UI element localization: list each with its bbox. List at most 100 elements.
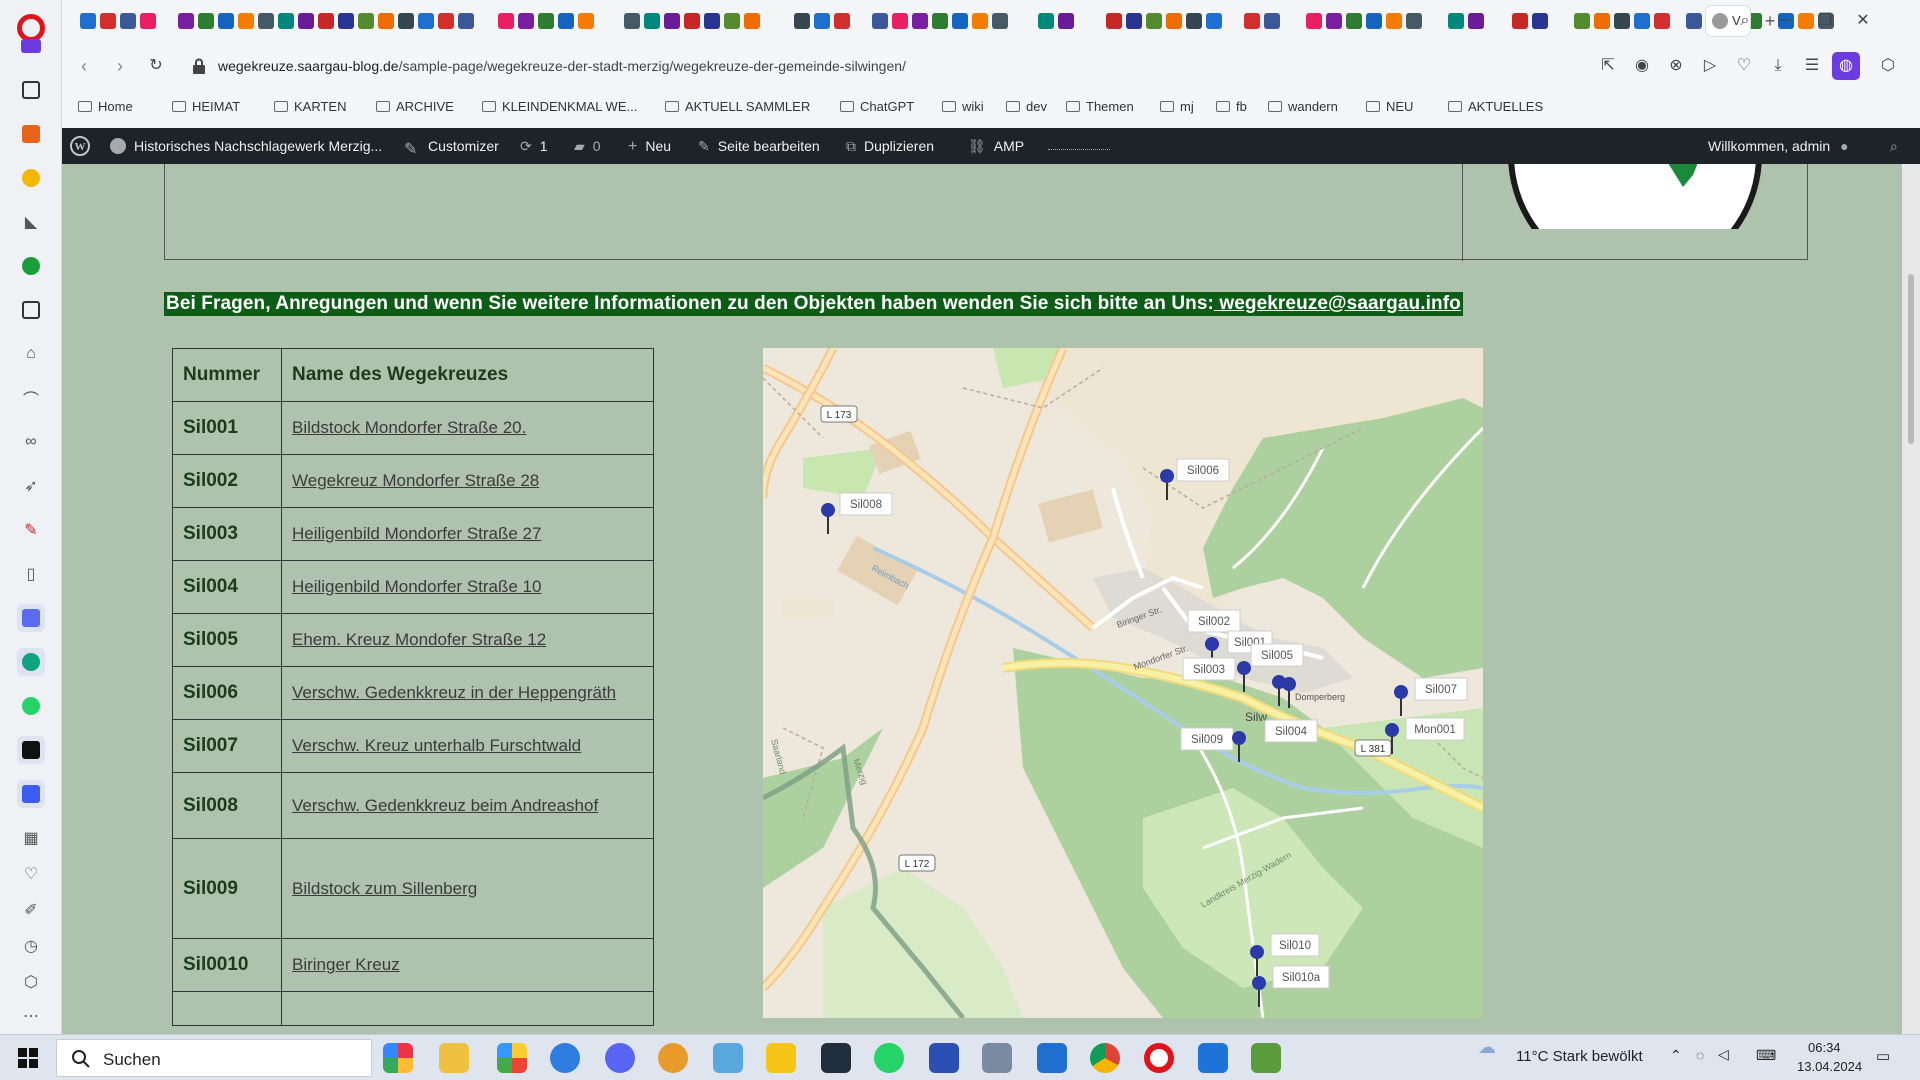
flow-icon[interactable]: ▷ [1700, 56, 1720, 76]
admin-customizer[interactable]: ✎ Customizer [404, 138, 499, 158]
eye-app-icon[interactable] [658, 1043, 688, 1073]
clipboard-icon[interactable] [17, 296, 45, 324]
forward-icon[interactable]: › [108, 54, 132, 78]
admin-new[interactable]: + Neu [628, 138, 671, 156]
bookmark-dev[interactable]: dev [1006, 99, 1047, 114]
row-link[interactable]: Wegekreuz Mondorfer Straße 28 [292, 471, 539, 490]
map-marker-sil004[interactable]: Sil004 [1264, 719, 1318, 743]
pen-icon[interactable]: ✎ [17, 516, 45, 544]
shoe-icon[interactable]: ⌒ [17, 384, 45, 412]
bookmark-heimat[interactable]: HEIMAT [172, 99, 240, 114]
maximize-icon[interactable]: ❐ [1812, 8, 1838, 34]
bookmark-karten[interactable]: KARTEN [274, 99, 347, 114]
admin-amp[interactable]: ⛓ AMP [968, 138, 1024, 155]
tab-group[interactable] [1570, 6, 1678, 36]
discord-icon[interactable] [605, 1043, 635, 1073]
tab-group[interactable] [1034, 6, 1094, 36]
download-icon[interactable]: ⤓ [1768, 56, 1788, 76]
notifications-icon[interactable]: ▭ [1876, 1047, 1890, 1065]
address-bar[interactable]: wegekreuze.saargau-blog.de/sample-page/w… [182, 50, 1422, 82]
calendar-app-icon[interactable] [1037, 1043, 1067, 1073]
binoculars-icon[interactable]: ∞ [17, 428, 45, 456]
reload-icon[interactable]: ↻ [144, 54, 168, 78]
taskbar-search[interactable]: Suchen [56, 1039, 372, 1077]
query-monitor-bar[interactable] [1048, 140, 1110, 150]
profile-icon[interactable]: ◍ [1832, 52, 1860, 80]
orange-app-icon[interactable] [17, 120, 45, 148]
document-app-icon[interactable] [982, 1043, 1012, 1073]
admin-duplicate[interactable]: ⧉ Duplizieren [846, 138, 934, 155]
word-app-icon[interactable] [1198, 1043, 1228, 1073]
wordpress-logo-icon[interactable]: W [70, 136, 90, 159]
bookmark-themen[interactable]: Themen [1066, 99, 1134, 114]
admin-site-name[interactable]: Historisches Nachschlagewerk Merzig... [110, 138, 382, 154]
scrollbar-thumb[interactable] [1908, 274, 1914, 444]
save-app-icon[interactable] [929, 1043, 959, 1073]
bookmark-heart-icon[interactable]: ♡ [1734, 56, 1754, 76]
bookmark-fb[interactable]: fb [1216, 99, 1247, 114]
cube-icon[interactable]: ⬡ [1878, 56, 1898, 76]
admin-updates[interactable]: ⟳ 1 [520, 138, 548, 155]
player-icon[interactable] [17, 780, 45, 808]
row-link[interactable]: Heiligenbild Mondorfer Straße 10 [292, 577, 541, 596]
green-circle-icon[interactable] [17, 252, 45, 280]
tab-group[interactable] [76, 6, 164, 36]
adblock-icon[interactable]: ⊗ [1666, 56, 1686, 76]
mail-icon[interactable] [713, 1043, 743, 1073]
tray-chevron-icon[interactable]: ⌃ [1670, 1047, 1682, 1064]
bookmark-home[interactable]: Home [78, 99, 133, 114]
more-icon[interactable]: ⋯ [17, 1002, 45, 1030]
tab-group[interactable] [868, 6, 1028, 36]
row-link[interactable]: Bildstock Mondorfer Straße 20. [292, 418, 526, 437]
yellow-app-icon[interactable] [17, 164, 45, 192]
bookmark-neu[interactable]: NEU [1366, 99, 1413, 114]
photos-app-icon[interactable] [383, 1043, 413, 1073]
keyboard-icon[interactable]: ⌨ [1756, 1047, 1776, 1064]
history-icon[interactable]: ◷ [17, 932, 45, 960]
windows-start-icon[interactable] [18, 1048, 38, 1068]
search-tabs-icon[interactable]: ⌕ [1732, 8, 1758, 34]
admin-welcome[interactable]: Willkommen, admin ● [1708, 138, 1849, 154]
opera-taskbar-icon[interactable] [1144, 1043, 1174, 1073]
tab-group[interactable] [1240, 6, 1292, 36]
file-explorer-icon[interactable] [439, 1043, 469, 1073]
museum-icon[interactable]: ⌂ [17, 340, 45, 368]
x-twitter-icon[interactable] [17, 736, 45, 764]
back-icon[interactable]: ‹ [72, 54, 96, 78]
minimize-icon[interactable]: ─ [1772, 8, 1798, 34]
edit-icon[interactable]: ✐ [17, 896, 45, 924]
code-app-icon[interactable] [821, 1043, 851, 1073]
easy-setup-icon[interactable]: ☰ [1802, 56, 1822, 76]
image-app-icon[interactable] [1251, 1043, 1281, 1073]
whatsapp-taskbar-icon[interactable] [874, 1043, 904, 1073]
bookmark-archive[interactable]: ARCHIVE [376, 99, 454, 114]
page-scrollbar[interactable] [1902, 164, 1920, 1034]
row-link[interactable]: Biringer Kreuz [292, 955, 400, 974]
whatsapp-icon[interactable] [17, 692, 45, 720]
share-icon[interactable]: ⇱ [1598, 56, 1618, 76]
admin-edit-page[interactable]: ✎ Seite bearbeiten [698, 138, 820, 155]
contact-email-link[interactable]: wegekreuze@saargau.info [1214, 293, 1461, 314]
pinwheel-app-icon[interactable] [497, 1043, 527, 1073]
book-icon[interactable]: ▯ [17, 560, 45, 588]
rocket-icon[interactable]: ➶ [17, 472, 45, 500]
tab-group[interactable] [620, 6, 780, 36]
tab-group[interactable] [174, 6, 484, 36]
bookmark-mj[interactable]: mj [1160, 99, 1194, 114]
bookmark-aktuell-sammler[interactable]: AKTUELL SAMMLER [665, 99, 810, 114]
bookmark-aktuelles[interactable]: AKTUELLES [1448, 99, 1543, 114]
clock-date[interactable]: 13.04.2024 [1797, 1059, 1862, 1074]
chrome-icon[interactable] [1090, 1043, 1120, 1073]
weather-text[interactable]: 11°C Stark bewölkt [1516, 1048, 1643, 1065]
sidebar-active-tab-icon[interactable] [17, 32, 45, 60]
close-window-icon[interactable]: ✕ [1850, 8, 1876, 34]
network-icon[interactable]: ◌ [1696, 1047, 1704, 1063]
heart-icon[interactable]: ♡ [17, 860, 45, 888]
box-icon[interactable]: ⬡ [17, 968, 45, 996]
tab-group[interactable] [1444, 6, 1500, 36]
volume-icon[interactable]: ◁ [1718, 1046, 1729, 1063]
row-link[interactable]: Heiligenbild Mondorfer Straße 27 [292, 524, 541, 543]
row-link[interactable]: Verschw. Kreuz unterhalb Furschtwald [292, 736, 581, 755]
bookmark-wandern[interactable]: wandern [1268, 99, 1338, 114]
row-link[interactable]: Verschw. Gedenkkreuz in der Heppengräth [292, 683, 616, 702]
